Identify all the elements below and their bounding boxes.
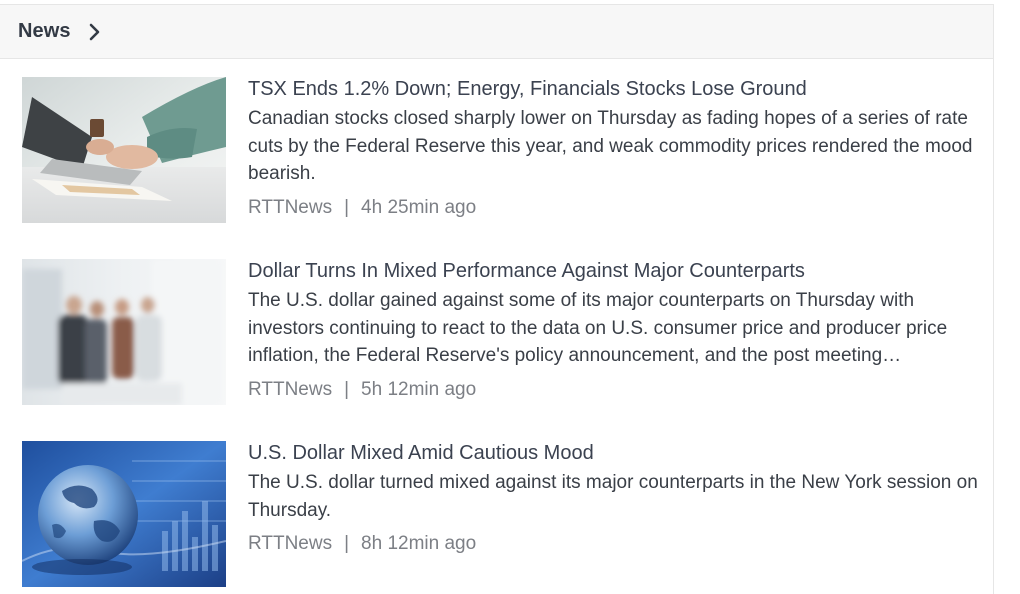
article-source: RTTNews — [248, 378, 333, 400]
article-title[interactable]: U.S. Dollar Mixed Amid Cautious Mood — [248, 441, 978, 465]
article-thumbnail-laptop[interactable] — [22, 77, 226, 223]
news-item[interactable]: U.S. Dollar Mixed Amid Cautious Mood The… — [22, 441, 982, 587]
news-item[interactable]: TSX Ends 1.2% Down; Energy, Financials S… — [22, 77, 982, 223]
article-summary: The U.S. dollar gained against some of i… — [248, 290, 948, 366]
meta-separator: | — [344, 533, 350, 554]
news-header[interactable]: News — [0, 5, 993, 59]
article-time: 8h 12min ago — [361, 533, 477, 554]
news-item[interactable]: Dollar Turns In Mixed Performance Agains… — [22, 259, 982, 405]
article-source: RTTNews — [248, 533, 333, 554]
article-thumbnail-globe[interactable] — [22, 441, 226, 587]
article-meta: RTTNews | 4h 25min ago — [248, 196, 978, 220]
article-time: 4h 25min ago — [361, 196, 477, 218]
article-summary: Canadian stocks closed sharply lower on … — [248, 108, 973, 184]
article-meta: RTTNews | 8h 12min ago — [248, 532, 978, 556]
news-header-title[interactable]: News — [18, 20, 71, 43]
news-panel: News TSX Ends 1.2% Down; Energy, Financi… — [0, 4, 994, 594]
chevron-right-icon[interactable] — [87, 23, 101, 41]
article-time: 5h 12min ago — [361, 378, 477, 400]
meta-separator: | — [344, 196, 350, 218]
article-thumbnail-business-people[interactable] — [22, 259, 226, 405]
meta-separator: | — [344, 378, 350, 400]
article-content: U.S. Dollar Mixed Amid Cautious Mood The… — [248, 441, 978, 587]
article-summary: The U.S. dollar turned mixed against its… — [248, 472, 978, 521]
article-meta: RTTNews | 5h 12min ago — [248, 378, 978, 402]
article-title[interactable]: Dollar Turns In Mixed Performance Agains… — [248, 259, 978, 283]
article-content: Dollar Turns In Mixed Performance Agains… — [248, 259, 978, 405]
article-content: TSX Ends 1.2% Down; Energy, Financials S… — [248, 77, 978, 223]
article-title[interactable]: TSX Ends 1.2% Down; Energy, Financials S… — [248, 77, 978, 101]
article-source: RTTNews — [248, 196, 333, 218]
